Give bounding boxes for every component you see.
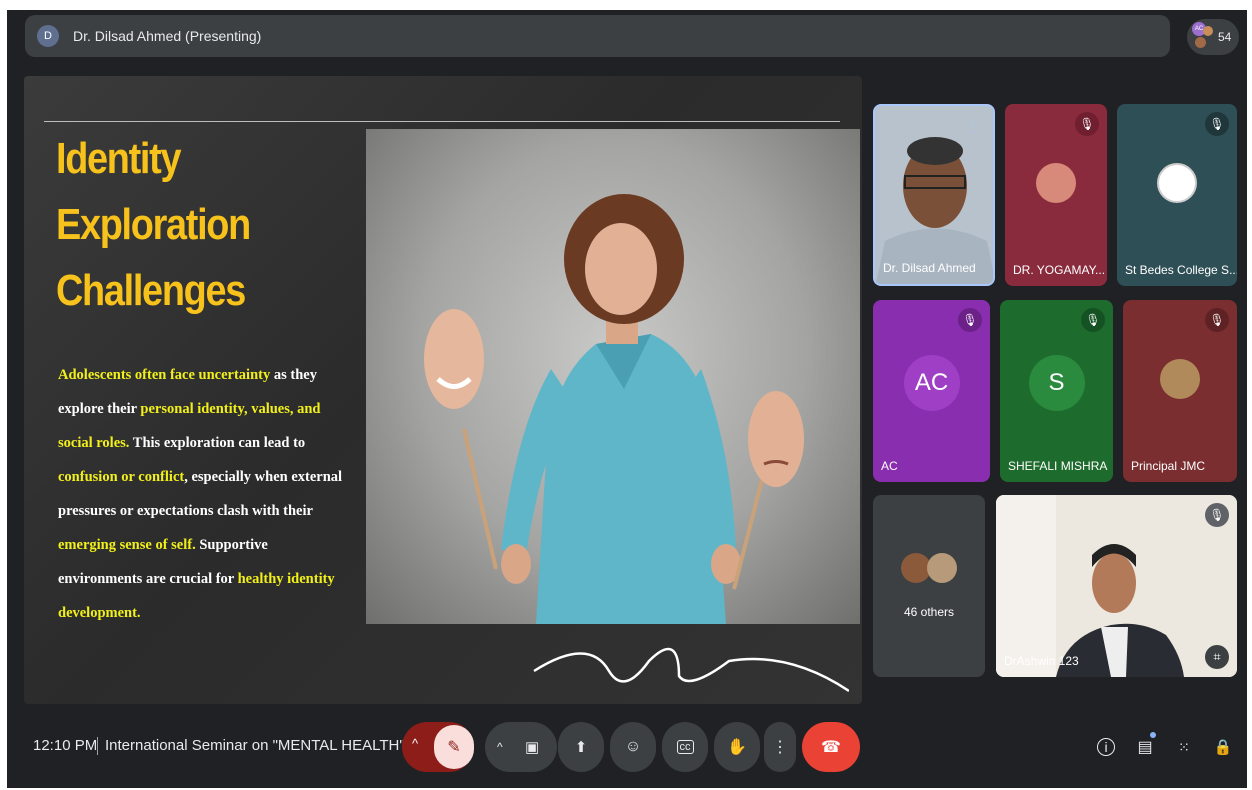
- mic-off-button[interactable]: ✎: [434, 725, 474, 769]
- host-controls-icon: 🔒: [1213, 739, 1233, 756]
- participant-tile[interactable]: ⋮ Dr. Dilsad Ahmed: [873, 104, 995, 286]
- participant-name: SHEFALI MISHRA: [1008, 459, 1108, 473]
- raise-hand-icon: ✋: [727, 739, 747, 756]
- camera-control-group[interactable]: ^ ▣: [485, 722, 557, 772]
- crop-icon[interactable]: ⌗: [1205, 645, 1229, 669]
- slide-divider: [44, 121, 840, 122]
- camera-options-chevron-icon[interactable]: ^: [497, 740, 503, 754]
- participant-video: [996, 495, 1237, 677]
- emoji-button[interactable]: ☺: [610, 722, 656, 772]
- presenter-avatar: D: [37, 25, 59, 47]
- mic-off-icon: ✎: [447, 739, 461, 756]
- participant-tile[interactable]: 🎙 Principal JMC: [1123, 300, 1237, 482]
- slide-highlight: confusion or conflict: [58, 469, 185, 485]
- captions-button[interactable]: cc: [662, 722, 708, 772]
- present-icon: ⬆: [574, 739, 588, 756]
- meeting-title: International Seminar on "MENTAL HEALTH": [105, 737, 405, 754]
- host-controls-button[interactable]: 🔒: [1210, 734, 1236, 760]
- shared-slide: Identity Exploration Challenges Adolesce…: [24, 76, 862, 704]
- more-options-button[interactable]: ⋮: [764, 722, 796, 772]
- slide-title-line: Identity: [56, 134, 182, 183]
- emoji-icon: ☺: [624, 738, 642, 755]
- participant-tile[interactable]: 🎙 St Bedes College S...: [1117, 104, 1237, 286]
- slide-title: Identity Exploration Challenges: [56, 126, 323, 324]
- chat-notification-dot: [1150, 732, 1156, 738]
- presenter-bar[interactable]: D Dr. Dilsad Ahmed (Presenting): [25, 15, 1170, 57]
- participant-name: St Bedes College S...: [1125, 263, 1237, 277]
- participant-tile[interactable]: 🎙 DR. YOGAMAY...: [1005, 104, 1107, 286]
- end-call-icon: ☎: [821, 739, 841, 756]
- screen-frame: D Dr. Dilsad Ahmed (Presenting) AC 54 Id…: [0, 0, 1252, 790]
- others-tile[interactable]: 46 others: [873, 495, 985, 677]
- participant-avatar: [1160, 359, 1200, 399]
- count-avatar-photo: [1203, 26, 1213, 36]
- mic-options-chevron-icon[interactable]: ^: [412, 736, 418, 751]
- participant-name: AC: [881, 459, 898, 473]
- woman-with-masks-illustration: [424, 194, 804, 624]
- slide-highlight: emerging sense of self.: [58, 537, 196, 553]
- participant-name: Principal JMC: [1131, 459, 1206, 473]
- participant-count: 54: [1218, 30, 1232, 44]
- participant-name: DR. YOGAMAY...: [1013, 263, 1106, 277]
- slide-highlight: Adolescents often face uncertainty: [58, 367, 271, 383]
- participant-initials-avatar: AC: [903, 355, 960, 411]
- camera-icon: ▣: [525, 739, 540, 756]
- mic-off-icon: 🎙: [1205, 308, 1229, 332]
- captions-icon: cc: [676, 740, 694, 754]
- meet-window: D Dr. Dilsad Ahmed (Presenting) AC 54 Id…: [7, 10, 1247, 788]
- clock: 12:10 PM: [33, 737, 98, 754]
- participant-avatar: [1036, 163, 1076, 203]
- raise-hand-button[interactable]: ✋: [714, 722, 760, 772]
- slide-body: Adolescents often face uncertainty as th…: [58, 358, 348, 630]
- mic-off-icon: 🎙: [1205, 112, 1229, 136]
- chat-button[interactable]: ▤: [1132, 732, 1158, 760]
- more-icon: ⋮: [772, 739, 788, 756]
- slide-title-line: Exploration: [56, 200, 251, 249]
- mic-off-icon: 🎙: [1075, 112, 1099, 136]
- presenter-label: Dr. Dilsad Ahmed (Presenting): [73, 28, 262, 44]
- meeting-info-button[interactable]: i: [1093, 734, 1119, 760]
- slide-title-line: Challenges: [56, 266, 246, 315]
- mic-off-icon: 🎙: [958, 308, 982, 332]
- chat-icon: ▤: [1137, 739, 1153, 756]
- others-count-label: 46 others: [903, 605, 955, 619]
- participant-initials-avatar: S: [1028, 355, 1085, 411]
- activities-button[interactable]: ⁙: [1171, 734, 1197, 760]
- info-icon: i: [1097, 738, 1115, 756]
- activities-icon: ⁙: [1178, 738, 1190, 755]
- participant-count-button[interactable]: AC 54: [1187, 19, 1239, 55]
- participant-tile[interactable]: 🎙 S SHEFALI MISHRA: [1000, 300, 1113, 482]
- present-button[interactable]: ⬆: [558, 722, 604, 772]
- slide-text: This exploration can lead to: [129, 435, 306, 451]
- end-call-button[interactable]: ☎: [802, 722, 860, 772]
- participant-avatar: [1157, 163, 1197, 203]
- participant-tile[interactable]: 🎙 ⌗ DrAshwin 123: [996, 495, 1237, 677]
- others-avatar: [927, 553, 957, 583]
- speaking-indicator-icon: ⋮: [966, 117, 980, 134]
- slide-squiggle-decoration: [533, 647, 849, 693]
- count-avatar-initials: AC: [1194, 26, 1204, 32]
- footer-separator: [97, 737, 98, 755]
- count-avatar-photo: [1195, 37, 1206, 48]
- mic-off-icon: 🎙: [1205, 503, 1229, 527]
- mic-off-icon: 🎙: [1081, 308, 1105, 332]
- participant-tile[interactable]: 🎙 AC AC: [873, 300, 990, 482]
- participant-name: Dr. Dilsad Ahmed: [883, 261, 976, 275]
- slide-photo-woman-with-masks: [366, 129, 860, 624]
- participant-name: DrAshwin 123: [1004, 654, 1079, 668]
